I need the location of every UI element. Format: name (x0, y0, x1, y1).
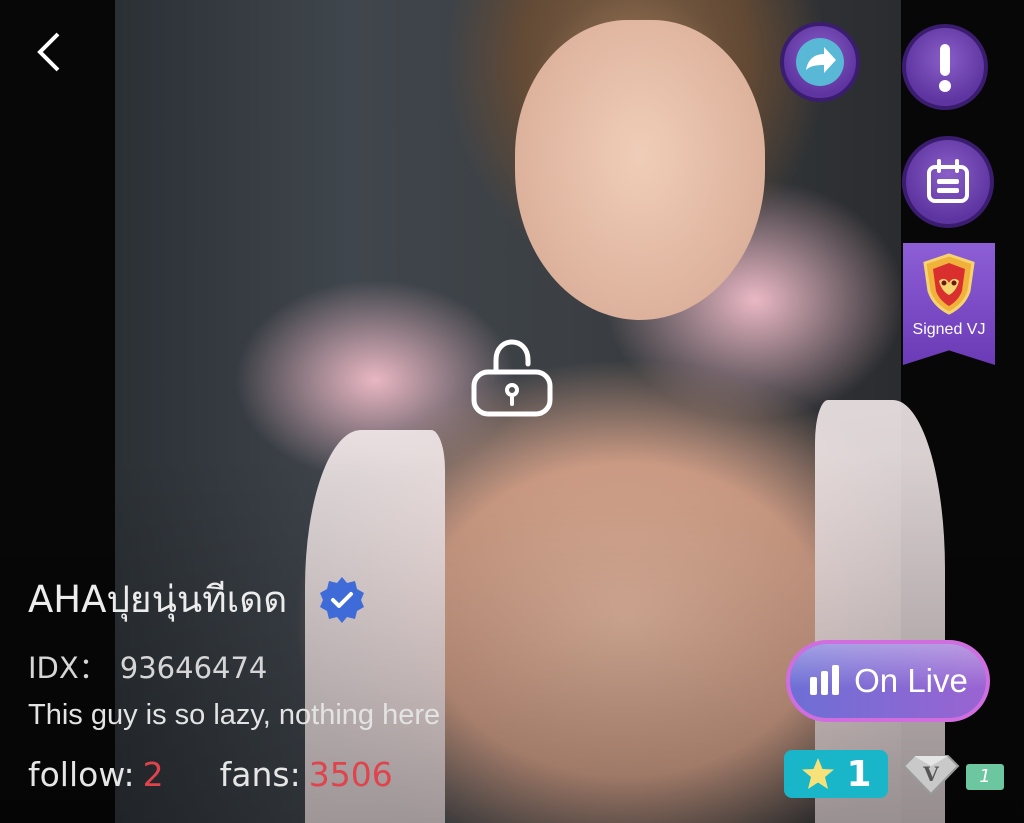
fans-label: fans: (219, 755, 301, 794)
mask-shield-icon (923, 253, 975, 315)
signed-vj-badge[interactable]: Signed VJ (903, 243, 995, 365)
chevron-left-icon[interactable] (28, 30, 72, 74)
vip-value: 1 (966, 764, 1004, 790)
signal-bars-icon (810, 665, 840, 695)
follow-stat[interactable]: follow: 2 (28, 755, 164, 794)
exclamation-icon (939, 44, 951, 92)
bio-text: This guy is so lazy, nothing here (28, 699, 441, 731)
unlock-icon[interactable] (470, 338, 554, 418)
follow-label: follow: (28, 755, 135, 794)
level-badge: 1 (784, 750, 888, 798)
follow-count: 2 (142, 755, 164, 794)
report-button[interactable] (902, 24, 988, 110)
vip-letter: V (922, 762, 939, 786)
level-value: 1 (846, 753, 872, 795)
star-icon (802, 758, 835, 789)
idx-value: 93646474 (119, 651, 268, 685)
on-live-label: On Live (854, 662, 968, 699)
calendar-button[interactable] (902, 136, 994, 228)
signed-vj-label: Signed VJ (912, 321, 986, 338)
share-arrow-icon (796, 38, 844, 86)
idx-label: IDX： (28, 651, 108, 685)
verified-badge-icon (320, 576, 365, 623)
share-button[interactable] (780, 22, 860, 102)
name-row: AHAปุยนุ่นทีเดด (28, 570, 440, 629)
vj-name: AHAปุยนุ่นทีเดด (28, 578, 288, 621)
fans-count: 3506 (308, 755, 393, 794)
live-room-profile: Signed VJ AHAปุยนุ่นทีเดด IDX： 93646474 T… (0, 0, 1024, 823)
fans-stat[interactable]: fans: 3506 (220, 755, 393, 794)
idx-row: IDX： 93646474 (28, 645, 440, 687)
profile-info: AHAปุยนุ่นทีเดด IDX： 93646474 This guy is… (28, 570, 440, 732)
stats-row: follow: 2 fans: 3506 (28, 755, 393, 794)
on-live-button[interactable]: On Live (786, 640, 990, 722)
calendar-icon (927, 159, 969, 203)
